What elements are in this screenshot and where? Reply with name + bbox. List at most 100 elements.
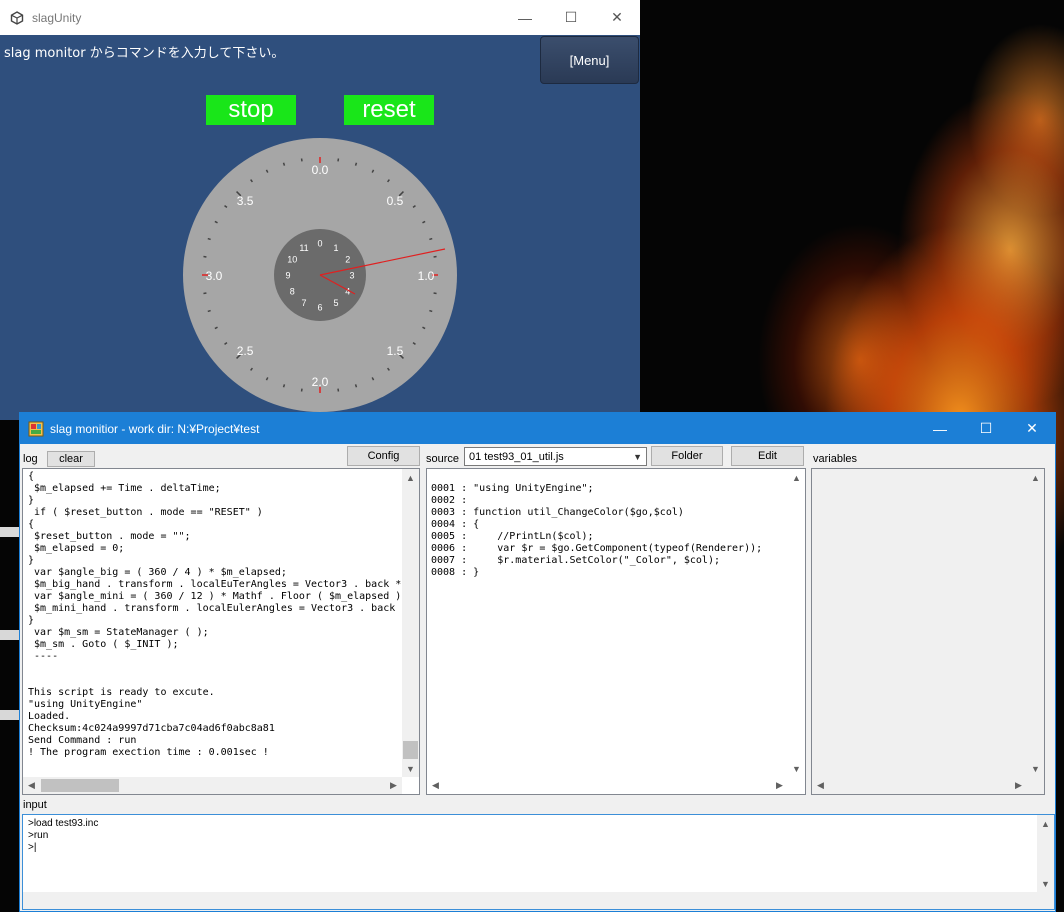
scroll-up-icon[interactable]: ▲ [402,469,419,486]
line-code: function util_ChangeColor($go,$col) [473,507,684,518]
dial-tick [429,309,433,313]
mini-dial-label: 1 [333,243,338,253]
maximize-icon[interactable]: ☐ [963,413,1009,444]
source-line: 0008 : } [431,567,480,578]
line-number: 0008 [431,567,456,578]
input-horizontal-scrollbar[interactable] [23,892,1037,909]
mini-dial-label: 8 [290,287,295,297]
scroll-down-icon[interactable]: ▼ [1027,760,1044,777]
menu-button[interactable]: [Menu] [540,36,639,84]
log-vertical-scrollbar[interactable]: ▲ ▼ [402,469,419,777]
scroll-down-icon[interactable]: ▼ [788,760,805,777]
dial-label: 3.0 [206,269,223,283]
input-label: input [23,799,47,811]
input-text: >load test93.inc >run >| [28,818,98,854]
folder-button[interactable]: Folder [651,446,723,466]
scroll-down-icon[interactable]: ▼ [1037,875,1054,892]
monitor-window-title: slag monitior - work dir: N:¥Project¥tes… [50,421,260,436]
close-icon[interactable]: ✕ [594,0,640,35]
variables-horizontal-scrollbar[interactable]: ◀ ▶ [812,777,1027,794]
mini-dial-label: 10 [287,255,297,265]
dial-label: 0.5 [387,194,404,208]
mini-dial-label: 11 [299,243,308,253]
source-file-select[interactable]: 01 test93_01_util.js ▼ [464,447,647,466]
scroll-up-icon[interactable]: ▲ [1037,815,1054,832]
scroll-thumb[interactable] [403,741,418,759]
stop-button[interactable]: stop [206,95,296,125]
dial-tick [207,237,211,241]
scroll-left-icon[interactable]: ◀ [812,777,829,794]
line-number: 0001 [431,483,456,494]
scroll-down-icon[interactable]: ▼ [402,760,419,777]
line-number: 0002 [431,495,456,506]
source-file-selected: 01 test93_01_util.js [469,450,564,463]
line-code: var $r = $go.GetComponent(typeof(Rendere… [473,543,763,554]
config-button[interactable]: Config [347,446,420,466]
mini-dial-label: 0 [317,239,322,249]
reset-button[interactable]: reset [344,95,434,125]
line-code: //PrintLn($col); [473,531,594,542]
scroll-up-icon[interactable]: ▲ [1027,469,1044,486]
mini-dial-label: 7 [301,298,306,308]
scroll-up-icon[interactable]: ▲ [788,469,805,486]
mini-dial-label: 3 [349,271,354,281]
line-number: 0007 [431,555,456,566]
edit-button[interactable]: Edit [731,446,804,466]
source-line: 0006 : var $r = $go.GetComponent(typeof(… [431,543,763,554]
line-number: 0006 [431,543,456,554]
log-label: log [23,453,38,465]
source-vertical-scrollbar[interactable]: ▲ ▼ [788,469,805,777]
source-line: 0007 : $r.material.SetColor("_Color", $c… [431,555,720,566]
scroll-right-icon[interactable]: ▶ [385,777,402,794]
mini-dial-label: 2 [345,255,350,265]
mini-dial-label: 9 [285,271,290,281]
line-number: 0004 [431,519,456,530]
command-hint-text: slag monitor からコマンドを入力して下さい。 [4,46,285,61]
input-vertical-scrollbar[interactable]: ▲ ▼ [1037,815,1054,909]
scroll-right-icon[interactable]: ▶ [1010,777,1027,794]
clear-button[interactable]: clear [47,451,95,467]
dial-label: 2.5 [237,344,254,358]
minimize-icon[interactable]: — [502,0,548,35]
slag-monitor-window: slag monitior - work dir: N:¥Project¥tes… [19,412,1056,912]
maximize-icon[interactable]: ☐ [548,0,594,35]
unity-window: slagUnity — ☐ ✕ slag monitor からコマンドを入力して… [0,0,640,420]
line-code: { [473,519,480,530]
scroll-thumb[interactable] [41,779,119,792]
source-label: source [426,453,460,465]
dial-label: 3.5 [237,194,254,208]
log-horizontal-scrollbar[interactable]: ◀ ▶ [23,777,402,794]
minimize-icon[interactable]: — [917,413,963,444]
dial-tick [282,384,286,388]
command-input[interactable]: >load test93.inc >run >| ▲ ▼ [22,814,1055,910]
dial-tick [282,162,286,166]
dial-tick [207,309,211,313]
source-line: 0005 : //PrintLn($col); [431,531,594,542]
chevron-down-icon: ▼ [633,452,642,462]
scroll-right-icon[interactable]: ▶ [771,777,788,794]
dial-tick [429,237,433,241]
scroll-left-icon[interactable]: ◀ [427,777,444,794]
mini-dial-label: 6 [317,303,322,313]
line-number: 0003 [431,507,456,518]
unity-titlebar: slagUnity — ☐ ✕ [0,0,640,35]
variables-vertical-scrollbar[interactable]: ▲ ▼ [1027,469,1044,777]
variables-pane[interactable]: ▲ ▼ ◀ ▶ [811,468,1045,795]
source-line: 0001 : "using UnityEngine"; [431,483,594,494]
source-line: 0004 : { [431,519,480,530]
input-line: >load test93.inc [28,818,99,829]
source-horizontal-scrollbar[interactable]: ◀ ▶ [427,777,788,794]
source-pane[interactable]: 0001 : "using UnityEngine"; 0002 : 0003 :… [426,468,806,795]
unity-window-title: slagUnity [32,10,82,25]
input-line: >| [28,842,37,853]
dial-label: 1.0 [418,269,435,283]
scroll-left-icon[interactable]: ◀ [23,777,40,794]
dial-label: 0.0 [312,163,329,177]
unity-logo-icon [10,10,24,25]
line-number: 0005 [431,531,456,542]
source-code: 0001 : "using UnityEngine"; 0002 : 0003 :… [431,483,762,579]
log-text: { $m_elapsed += Time . deltaTime; } if (… [28,471,402,758]
close-icon[interactable]: ✕ [1009,413,1055,444]
line-code: $r.material.SetColor("_Color", $col); [473,555,720,566]
log-pane[interactable]: { $m_elapsed += Time . deltaTime; } if (… [22,468,420,795]
